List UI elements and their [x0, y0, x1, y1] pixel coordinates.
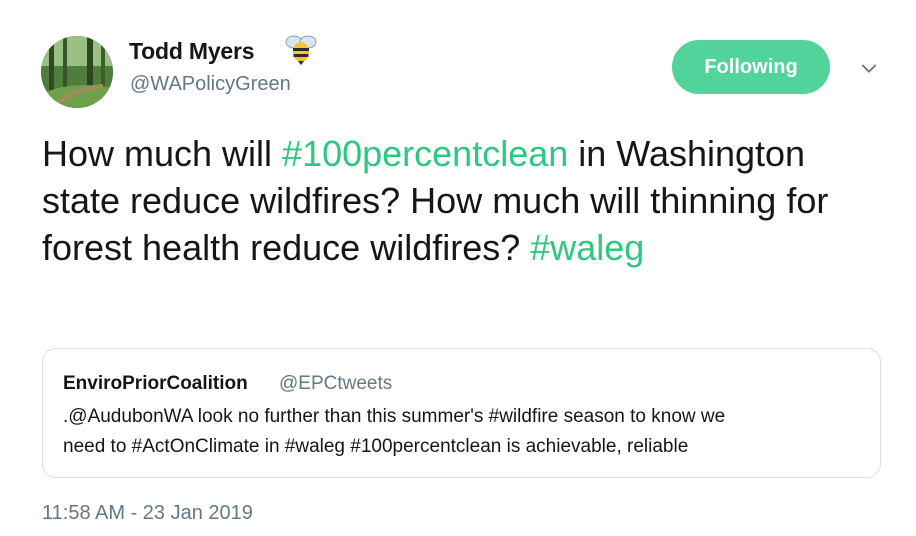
tweet-timestamp[interactable]: 11:58 AM - 23 Jan 2019: [42, 502, 253, 525]
hashtag-link[interactable]: #100percentclean: [282, 133, 568, 174]
following-button[interactable]: Following: [672, 40, 830, 94]
quoted-tweet[interactable]: EnviroPriorCoalition @EPCtweets .@Audubo…: [42, 348, 881, 478]
tweet-text-segment: How much will: [42, 133, 283, 174]
quoted-text-line: .@AudubonWA look no further than this su…: [63, 406, 726, 427]
hashtag-link[interactable]: #waleg: [530, 227, 644, 268]
chevron-down-icon[interactable]: [856, 56, 882, 82]
quoted-text-line: need to #ActOnClimate in #waleg #100perc…: [63, 436, 689, 457]
quoted-tweet-text: .@AudubonWA look no further than this su…: [63, 402, 863, 462]
author-handle[interactable]: @WAPolicyGreen: [130, 73, 291, 96]
author-name[interactable]: Todd Myers: [129, 38, 255, 65]
quoted-author-name: EnviroPriorCoalition: [63, 373, 248, 394]
forest-avatar: [41, 36, 113, 108]
quoted-author-handle: @EPCtweets: [279, 373, 393, 394]
tweet-text: How much will #100percentclean in Washin…: [42, 130, 882, 271]
bee-icon: [284, 32, 318, 66]
avatar[interactable]: [41, 36, 113, 108]
